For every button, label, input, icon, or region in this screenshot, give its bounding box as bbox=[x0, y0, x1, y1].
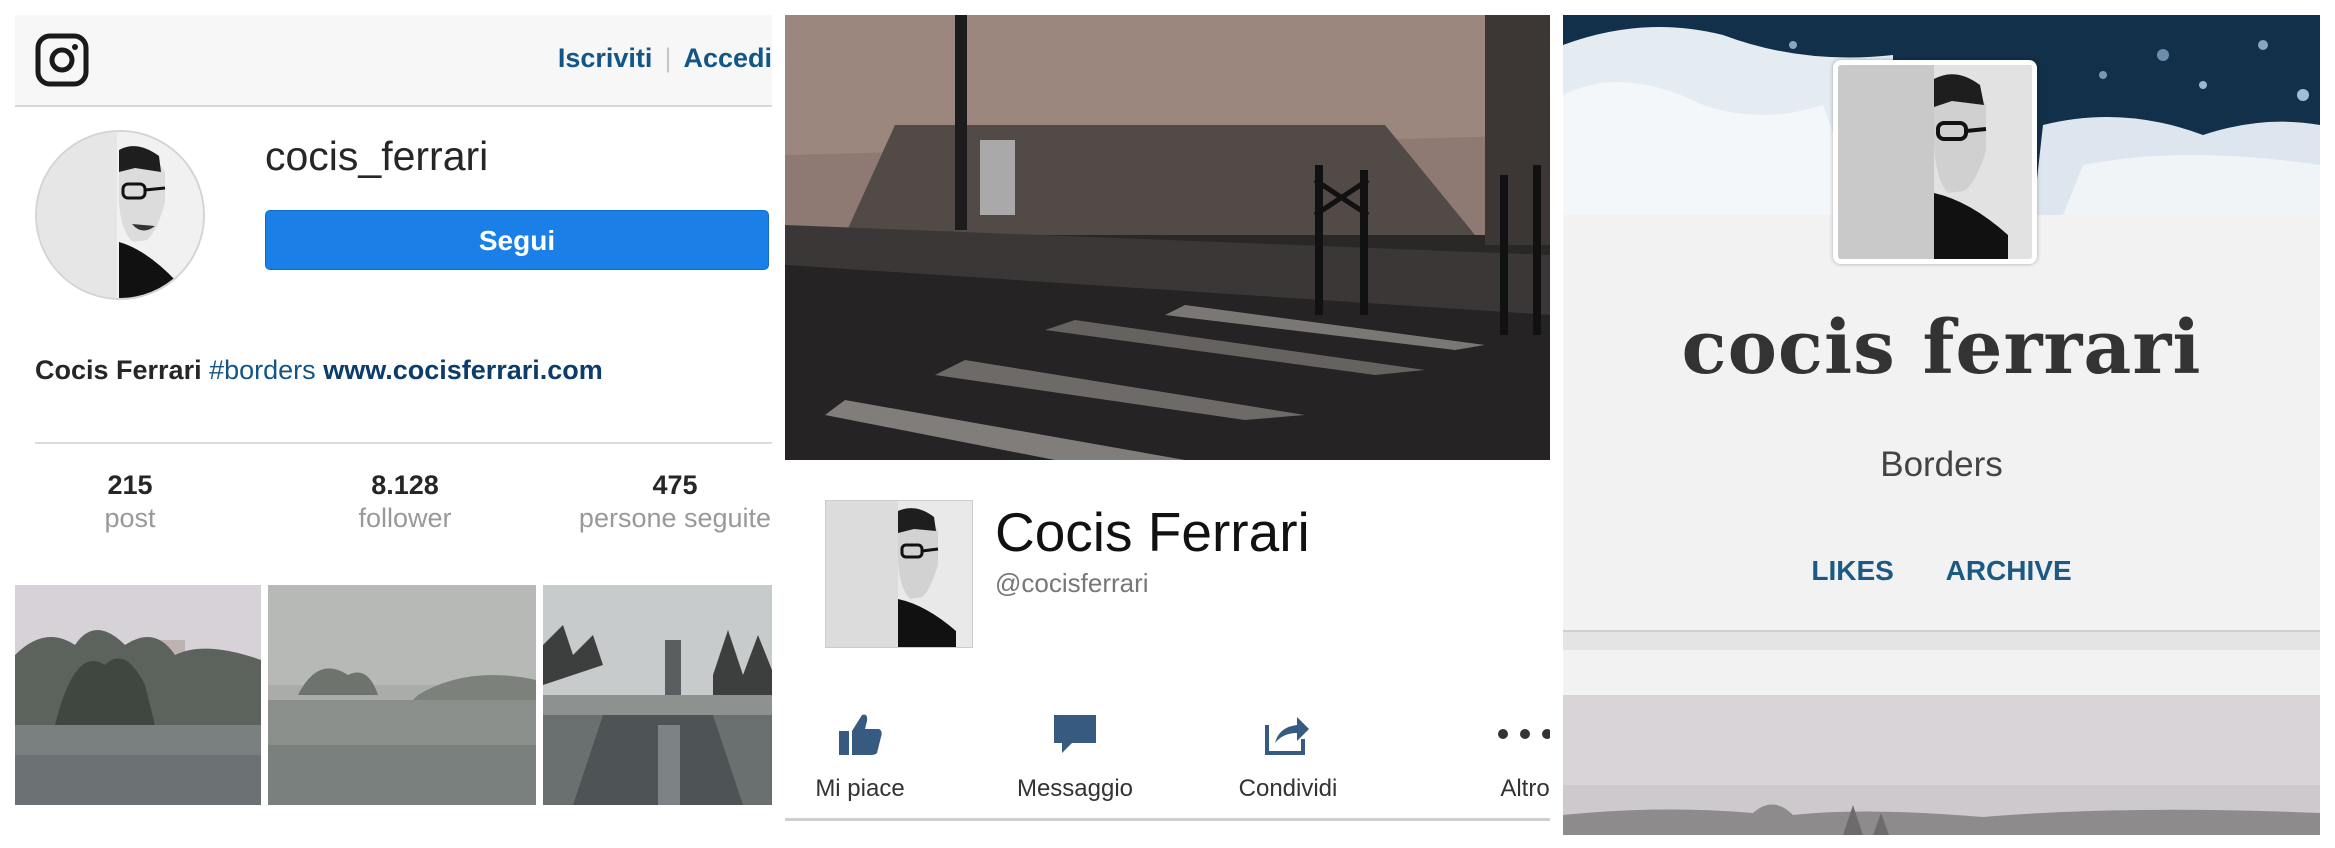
message-button[interactable]: Messaggio bbox=[1000, 705, 1150, 803]
blog-description: Borders bbox=[1880, 445, 2003, 484]
stat-label: post bbox=[104, 503, 156, 533]
auth-links: Iscriviti | Accedi bbox=[558, 43, 772, 74]
instagram-logo-icon[interactable] bbox=[35, 33, 89, 87]
profile-bio: Cocis Ferrari #borders www.cocisferrari.… bbox=[35, 355, 603, 386]
bio-website-link[interactable]: www.cocisferrari.com bbox=[323, 355, 603, 385]
page-handle: @cocisferrari bbox=[995, 568, 1149, 598]
stat-value: 215 bbox=[107, 470, 153, 500]
page-name: Cocis Ferrari bbox=[995, 501, 1310, 563]
stat-value: 8.128 bbox=[371, 470, 439, 500]
divider bbox=[1563, 630, 2320, 650]
stat-followers[interactable]: 8.128 follower bbox=[290, 470, 520, 534]
photo-thumbnail[interactable] bbox=[543, 585, 772, 805]
facebook-profile-panel: Cocis Ferrari @cocisferrari Mi piace Mes… bbox=[785, 15, 1550, 835]
avatar[interactable] bbox=[825, 500, 973, 648]
login-link[interactable]: Accedi bbox=[683, 43, 772, 73]
stat-following[interactable]: 475 persone seguite bbox=[560, 470, 772, 534]
action-label: Mi piace bbox=[815, 775, 905, 802]
link-separator: | bbox=[664, 43, 672, 73]
avatar[interactable] bbox=[1833, 60, 2037, 264]
photo-thumbnail[interactable] bbox=[15, 585, 261, 805]
photo-thumbnail[interactable] bbox=[268, 585, 536, 805]
cover-photo[interactable] bbox=[785, 15, 1550, 460]
divider bbox=[785, 818, 1550, 821]
action-label: Messaggio bbox=[1016, 775, 1134, 802]
tumblr-blog-panel: cocis ferrari Borders LIKES ARCHIVE bbox=[1563, 15, 2320, 835]
instagram-header: Iscriviti | Accedi bbox=[15, 15, 772, 107]
blog-title[interactable]: cocis ferrari bbox=[1563, 305, 2320, 391]
bio-name: Cocis Ferrari bbox=[35, 355, 202, 385]
action-label: Condividi bbox=[1238, 775, 1338, 802]
more-button[interactable]: Altro bbox=[1450, 705, 1550, 803]
avatar[interactable] bbox=[35, 130, 205, 300]
stat-posts[interactable]: 215 post bbox=[15, 470, 245, 534]
share-button[interactable]: Condividi bbox=[1213, 705, 1363, 803]
stat-label: follower bbox=[358, 503, 452, 533]
likes-link[interactable]: LIKES bbox=[1811, 555, 1893, 586]
divider bbox=[35, 442, 772, 444]
instagram-profile-panel: Iscriviti | Accedi cocis_ferrari Segui Coc… bbox=[15, 15, 772, 835]
archive-link[interactable]: ARCHIVE bbox=[1946, 555, 2072, 586]
post-image[interactable] bbox=[1563, 695, 2320, 835]
bio-hashtag[interactable]: #borders bbox=[209, 355, 316, 385]
blog-nav: LIKES ARCHIVE bbox=[1563, 555, 2320, 587]
like-button[interactable]: Mi piace bbox=[785, 705, 935, 803]
stat-label: persone seguite bbox=[578, 503, 772, 533]
action-label: Altro bbox=[1500, 775, 1550, 802]
thumbs-up-icon bbox=[839, 714, 882, 755]
message-icon bbox=[1054, 715, 1096, 753]
follow-button[interactable]: Segui bbox=[265, 210, 769, 270]
share-icon bbox=[1265, 717, 1309, 755]
profile-username: cocis_ferrari bbox=[265, 133, 489, 179]
signup-link[interactable]: Iscriviti bbox=[558, 43, 653, 73]
more-icon bbox=[1498, 729, 1550, 739]
stat-value: 475 bbox=[652, 470, 698, 500]
